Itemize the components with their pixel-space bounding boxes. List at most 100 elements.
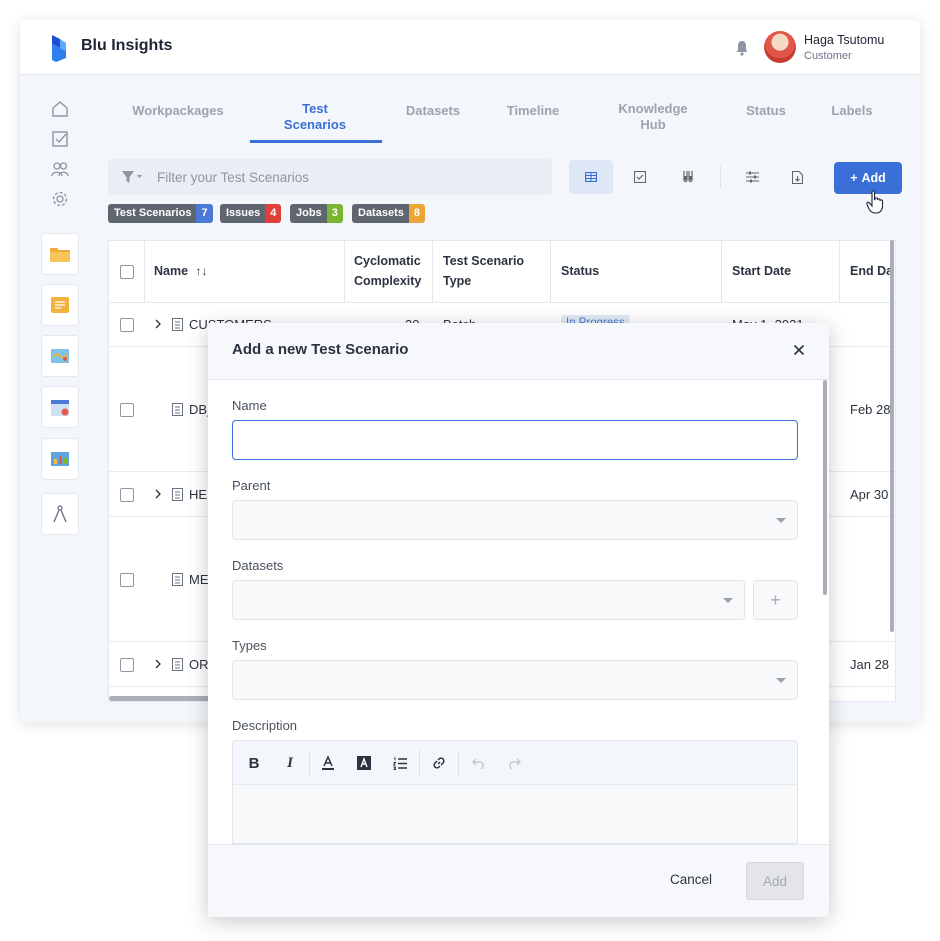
column-divider: [344, 241, 345, 303]
tests-view-button[interactable]: [666, 160, 710, 194]
badge-datasets[interactable]: Datasets 8: [352, 204, 425, 223]
folder-app-icon: [50, 248, 70, 262]
row-name[interactable]: ME: [189, 572, 209, 587]
tab-status[interactable]: Status: [736, 103, 796, 119]
parent-select[interactable]: [232, 500, 798, 540]
close-icon[interactable]: [793, 344, 805, 356]
row-checkbox[interactable]: [120, 488, 134, 502]
checklist-view-button[interactable]: [618, 160, 662, 194]
badge-issues[interactable]: Issues 4: [220, 204, 282, 223]
badge-jobs[interactable]: Jobs 3: [290, 204, 343, 223]
badge-label: Issues: [220, 204, 266, 223]
filter-icon[interactable]: [122, 171, 142, 183]
tab-test-scenarios-line1: Test: [302, 101, 328, 116]
description-editor[interactable]: [232, 784, 798, 844]
badge-count: 3: [326, 204, 343, 223]
column-header-complexity-line1: Cyclomatic: [354, 254, 421, 268]
avatar[interactable]: [764, 31, 796, 63]
calendar-app-icon: [51, 400, 69, 416]
tab-knowledge-hub-line1: Knowledge: [618, 101, 688, 116]
row-checkbox[interactable]: [120, 318, 134, 332]
top-bar: Blu Insights Haga Tsutomu Customer: [20, 20, 920, 75]
row-end-date: Feb 28: [850, 402, 891, 417]
types-label: Types: [232, 638, 267, 653]
column-header-type-line1: Test Scenario: [443, 254, 525, 268]
toolbar-divider: [720, 166, 721, 188]
map-app-icon: [51, 349, 69, 363]
column-header-type[interactable]: Test Scenario Type: [443, 251, 524, 291]
chevron-right-icon[interactable]: [154, 319, 162, 329]
checkbox-icon: [634, 171, 646, 183]
settings-icon[interactable]: [51, 190, 69, 208]
tab-knowledge-hub-line2: Hub: [640, 117, 666, 132]
datasets-select[interactable]: [232, 580, 745, 620]
sliders-icon: [745, 171, 759, 183]
editor-divider: [458, 750, 459, 776]
ordered-list-icon[interactable]: [389, 752, 411, 774]
cancel-button[interactable]: Cancel: [670, 872, 712, 887]
badge-test-scenarios[interactable]: Test Scenarios 7: [108, 204, 213, 223]
user-name[interactable]: Haga Tsutomu: [804, 33, 884, 47]
column-header-status[interactable]: Status: [561, 261, 599, 281]
add-dataset-button[interactable]: +: [753, 580, 798, 620]
row-end-date: Apr 30: [850, 487, 889, 502]
tab-workpackages[interactable]: Workpackages: [128, 103, 228, 119]
tab-datasets[interactable]: Datasets: [398, 103, 468, 119]
editor-divider: [419, 750, 420, 776]
badge-label: Test Scenarios: [108, 204, 197, 223]
calendar-app-tile[interactable]: [41, 386, 79, 428]
notes-app-tile[interactable]: [41, 284, 79, 326]
select-all-checkbox[interactable]: [120, 265, 134, 279]
badge-label: Jobs: [290, 204, 327, 223]
dialog-scrollbar[interactable]: [823, 380, 827, 595]
column-header-complexity[interactable]: Cyclomatic Complexity: [354, 251, 421, 291]
redo-icon[interactable]: [503, 752, 525, 774]
users-icon[interactable]: [51, 160, 69, 178]
table-vertical-scrollbar[interactable]: [890, 240, 894, 632]
hand-cursor-icon: [866, 190, 884, 214]
home-icon[interactable]: [51, 100, 69, 118]
link-icon[interactable]: [428, 752, 450, 774]
badge-label: Datasets: [352, 204, 409, 223]
export-button[interactable]: [775, 160, 819, 194]
tab-knowledge-hub[interactable]: Knowledge Hub: [608, 101, 698, 133]
bell-icon[interactable]: [735, 40, 749, 56]
folder-app-tile[interactable]: [41, 233, 79, 275]
tab-test-scenarios[interactable]: Test Scenarios: [270, 101, 360, 133]
row-checkbox[interactable]: [120, 403, 134, 417]
sort-icon[interactable]: ↑↓: [196, 264, 208, 278]
chevron-right-icon[interactable]: [154, 489, 162, 499]
chevron-right-icon[interactable]: [154, 659, 162, 669]
highlight-color-icon[interactable]: [353, 752, 375, 774]
compass-app-tile[interactable]: [41, 493, 79, 535]
chart-app-tile[interactable]: [41, 438, 79, 480]
submit-add-button[interactable]: Add: [746, 862, 804, 900]
filter-input[interactable]: Filter your Test Scenarios: [108, 159, 552, 195]
tab-test-scenarios-line2: Scenarios: [283, 117, 347, 132]
chevron-down-icon: [776, 678, 786, 683]
dialog-header: Add a new Test Scenario: [208, 323, 829, 380]
row-checkbox[interactable]: [120, 573, 134, 587]
filter-placeholder: Filter your Test Scenarios: [157, 170, 310, 185]
dialog-title: Add a new Test Scenario: [232, 341, 409, 358]
name-input[interactable]: [232, 420, 798, 460]
table-view-button[interactable]: [569, 160, 613, 194]
row-end-date: Jan 28: [850, 657, 890, 672]
settings-sliders-button[interactable]: [730, 160, 774, 194]
text-color-icon[interactable]: [317, 752, 339, 774]
column-header-name[interactable]: Name ↑↓: [154, 261, 208, 281]
user-role: Customer: [804, 50, 852, 62]
row-checkbox[interactable]: [120, 658, 134, 672]
app-title: Blu Insights: [81, 37, 173, 54]
column-header-type-line2: Type: [443, 274, 472, 288]
column-header-end-date[interactable]: End Da: [850, 261, 893, 281]
map-app-tile[interactable]: [41, 335, 79, 377]
types-select[interactable]: [232, 660, 798, 700]
bold-icon[interactable]: B: [243, 752, 265, 774]
tab-timeline[interactable]: Timeline: [498, 103, 568, 119]
italic-icon[interactable]: I: [279, 752, 301, 774]
tab-labels[interactable]: Labels: [826, 103, 878, 119]
column-header-start-date[interactable]: Start Date: [732, 261, 791, 281]
tasks-icon[interactable]: [51, 130, 69, 148]
undo-icon[interactable]: [468, 752, 490, 774]
